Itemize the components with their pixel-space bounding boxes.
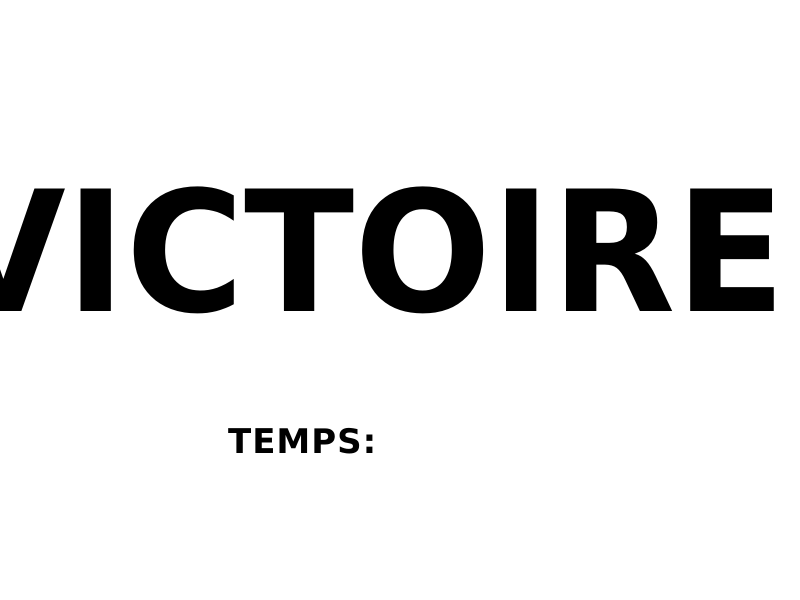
time-display: TEMPS: <box>228 420 387 464</box>
time-label: TEMPS: <box>228 422 378 462</box>
victory-title: VICTOIRE! <box>0 155 800 351</box>
victory-screen: VICTOIRE! TEMPS: <box>0 0 800 600</box>
